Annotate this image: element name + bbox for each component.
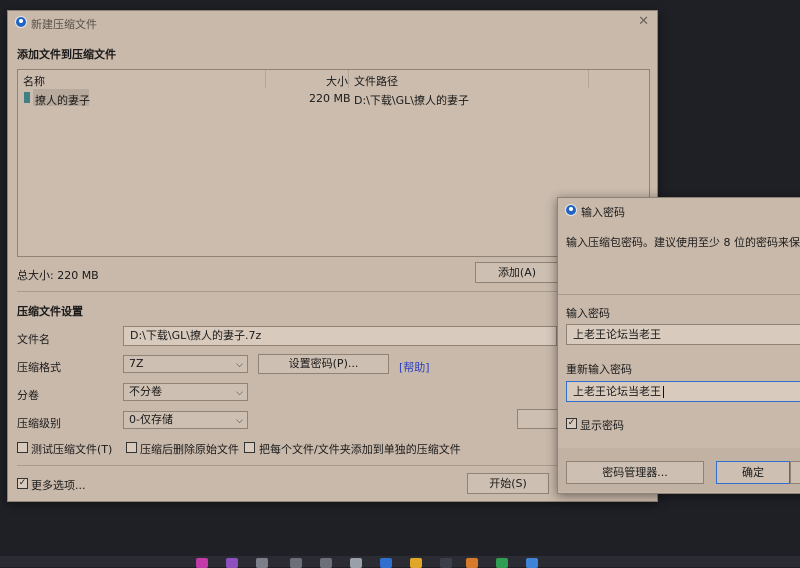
show-password-label[interactable]: 显示密码	[580, 417, 624, 433]
file-name: 撩人的妻子	[35, 94, 90, 107]
chevron-down-icon: ⌵	[236, 360, 243, 370]
separate-archives-checkbox[interactable]	[244, 442, 255, 453]
taskbar	[0, 556, 800, 567]
level-value: 0-仅存储	[129, 413, 173, 426]
password-dialog: 输入密码 输入压缩包密码。建议使用至少 8 位的密码来保证安全 输入密码 上老王…	[557, 197, 800, 494]
cancel-button[interactable]	[790, 461, 800, 484]
split-select[interactable]: 不分卷 ⌵	[123, 383, 248, 401]
column-header-path[interactable]: 文件路径	[354, 73, 398, 89]
total-size: 总大小: 220 MB	[17, 269, 99, 282]
format-label: 压缩格式	[17, 361, 61, 374]
chevron-down-icon: ⌵	[236, 388, 243, 398]
dialog-description: 输入压缩包密码。建议使用至少 8 位的密码来保证安全	[566, 236, 800, 249]
reenter-password-label: 重新输入密码	[566, 363, 632, 376]
ok-button[interactable]: 确定	[716, 461, 790, 484]
column-divider	[348, 70, 349, 88]
level-select[interactable]: 0-仅存储 ⌵	[123, 411, 248, 429]
dialog-description-band: 输入压缩包密码。建议使用至少 8 位的密码来保证安全	[558, 222, 800, 294]
enter-password-label: 输入密码	[566, 307, 610, 320]
section-add-files: 添加文件到压缩文件	[17, 48, 116, 61]
column-divider	[588, 70, 589, 88]
format-select[interactable]: 7Z ⌵	[123, 355, 248, 373]
column-header-size[interactable]: 大小	[326, 73, 348, 89]
reenter-password-value: 上老王论坛当老王	[573, 385, 661, 398]
set-password-button[interactable]: 设置密码(P)...	[258, 354, 389, 374]
text-cursor	[663, 386, 664, 398]
delete-after-checkbox[interactable]	[126, 442, 137, 453]
more-options-label[interactable]: 更多选项...	[31, 477, 86, 493]
column-header-name[interactable]: 名称	[23, 73, 45, 89]
app-logo-icon	[15, 16, 27, 28]
file-icon	[24, 92, 30, 103]
level-label: 压缩级别	[17, 417, 61, 430]
app-logo-icon	[565, 204, 577, 216]
password-manager-button[interactable]: 密码管理器...	[566, 461, 704, 484]
help-link[interactable]: [帮助]	[399, 359, 430, 375]
delete-after-label: 压缩后删除原始文件	[140, 443, 239, 456]
file-list[interactable]: 名称 大小 文件路径 撩人的妻子 220 MB D:\下载\GL\撩人的妻子	[17, 69, 650, 257]
filename-label: 文件名	[17, 333, 50, 346]
split-value: 不分卷	[129, 385, 162, 398]
add-button[interactable]: 添加(A)	[475, 262, 559, 283]
test-archive-checkbox[interactable]	[17, 442, 28, 453]
start-button[interactable]: 开始(S)	[467, 473, 549, 494]
main-titlebar[interactable]: 新建压缩文件 ✕	[8, 11, 657, 33]
file-path: D:\下载\GL\撩人的妻子	[354, 94, 469, 107]
window-title: 新建压缩文件	[31, 18, 97, 31]
close-icon[interactable]: ✕	[638, 14, 649, 29]
divider	[558, 294, 800, 295]
test-archive-label: 测试压缩文件(T)	[31, 443, 113, 456]
filename-input[interactable]: D:\下载\GL\撩人的妻子.7z	[123, 326, 557, 346]
dialog-titlebar[interactable]: 输入密码	[558, 198, 800, 220]
section-settings: 压缩文件设置	[17, 305, 83, 318]
column-divider	[265, 70, 266, 88]
enter-password-input[interactable]: 上老王论坛当老王	[566, 324, 800, 345]
split-label: 分卷	[17, 389, 39, 402]
divider	[17, 465, 648, 466]
divider	[17, 291, 648, 292]
hidden-button[interactable]	[517, 409, 559, 429]
chevron-down-icon: ⌵	[236, 416, 243, 426]
more-options-checkbox[interactable]: ✓	[17, 478, 28, 489]
reenter-password-input[interactable]: 上老王论坛当老王	[566, 381, 800, 402]
separate-archives-label: 把每个文件/文件夹添加到单独的压缩文件	[259, 443, 461, 456]
format-value: 7Z	[129, 357, 144, 370]
file-size: 220 MB	[309, 92, 351, 105]
dialog-title: 输入密码	[581, 206, 625, 219]
table-row[interactable]: 撩人的妻子 220 MB D:\下载\GL\撩人的妻子	[18, 89, 649, 107]
show-password-checkbox[interactable]: ✓	[566, 418, 577, 429]
